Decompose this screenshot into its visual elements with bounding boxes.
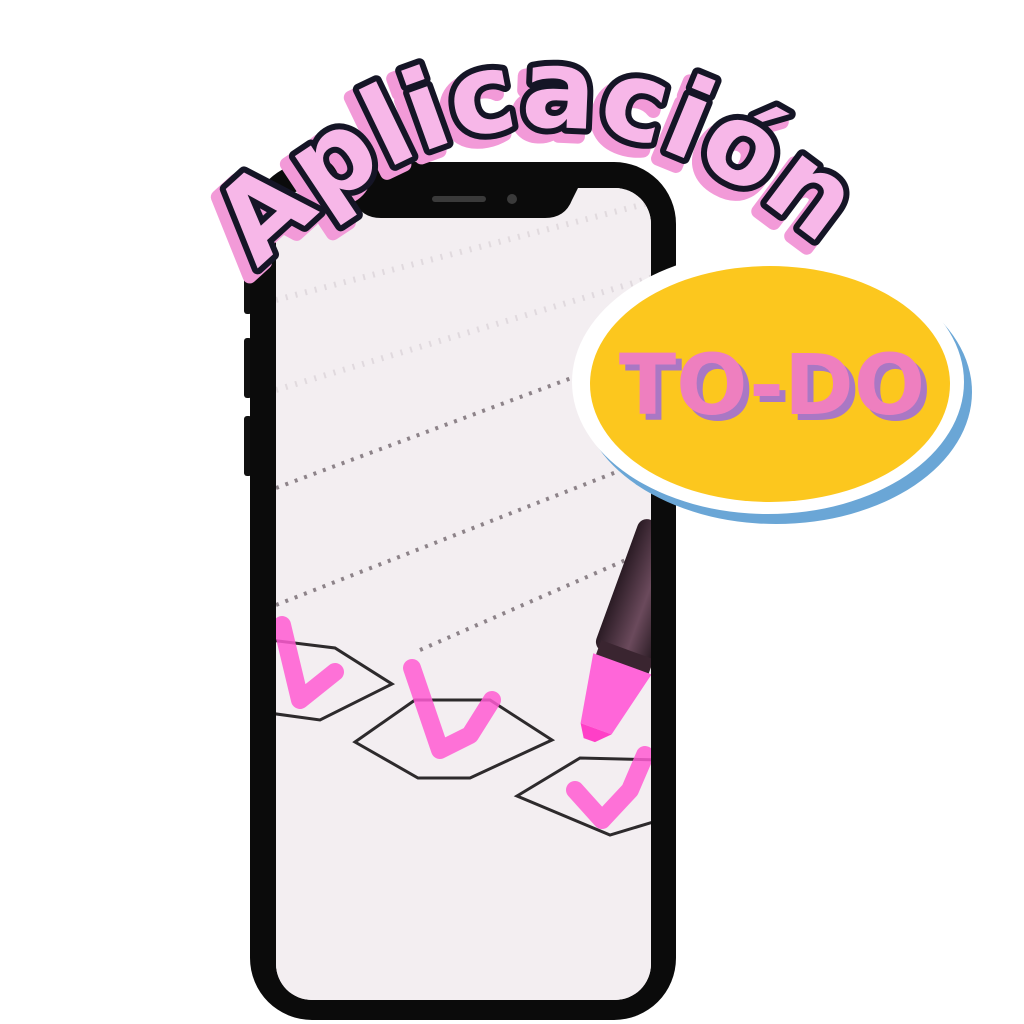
todo-text: TO-DO <box>619 336 925 434</box>
scene: TO-DO TO-DO Aplicación Aplicación Aplica… <box>174 18 972 1020</box>
phone-camera-icon <box>507 194 517 204</box>
phone-speaker-icon <box>432 196 486 202</box>
